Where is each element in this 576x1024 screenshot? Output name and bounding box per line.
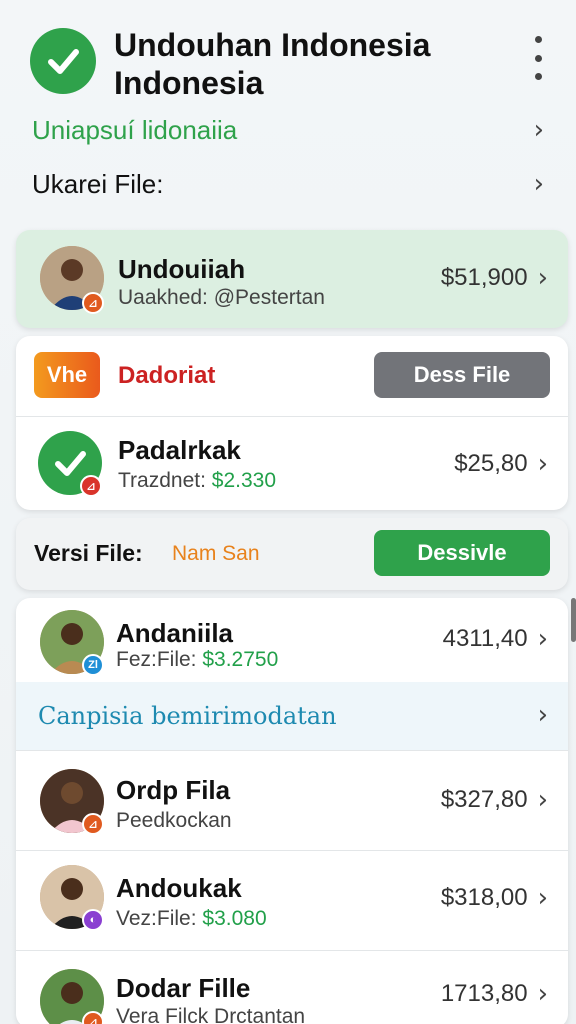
status-badge: ⊿ [80, 475, 102, 497]
item-amount-group: $25,80 › [454, 449, 548, 479]
item-amount-group: 4311,40 › [443, 624, 548, 654]
item-name: Dodar Fille [116, 973, 251, 1003]
item-amount: $327,80 [440, 786, 528, 813]
list-card: Zl Andaniila Fez:File: $3.2750 4311,40 ›… [16, 598, 568, 1024]
item-amount: 1713,80 [440, 980, 528, 1007]
item-name: Padalrkak [118, 435, 241, 465]
chevron-right-icon: › [537, 263, 548, 293]
promo-row: Vhe Dadoriat Dess File [16, 336, 568, 416]
item-subtitle: Vez:File: $3.080 [116, 907, 267, 931]
featured-name: Undouiiah [118, 254, 246, 284]
header-link-secondary[interactable]: Ukarei File: › [0, 158, 576, 210]
status-badge: ◐ [82, 909, 104, 931]
featured-amount: $51,900 [440, 264, 528, 291]
item-subtitle: Vera Filck Drctantan [116, 1005, 306, 1024]
chevron-right-icon: › [537, 449, 548, 479]
list-item[interactable]: ⊿ Padalrkak Trazdnet: $2.330 $25,80 › [16, 416, 568, 510]
header-link-secondary-label: Ukarei File: [32, 168, 164, 199]
item-sub-label: Fez:File: [116, 648, 197, 671]
item-amount-group: $318,00 › [441, 883, 548, 913]
page-title: Undouhan Indonesia Indonesia [114, 27, 431, 101]
status-badge: Zl [82, 654, 104, 676]
item-sub-value: $2.330 [211, 469, 277, 492]
chevron-right-icon: › [533, 115, 544, 145]
item-subtitle: Fez:File: $3.2750 [116, 648, 278, 672]
header-link-primary-label: Uniapsuí lidonaiia [32, 114, 238, 145]
promo-card: Vhe Dadoriat Dess File ⊿ Padalrkak Trazd… [16, 336, 568, 510]
status-badge: ⊿ [82, 292, 104, 314]
list-item[interactable]: Zl Andaniila Fez:File: $3.2750 4311,40 › [16, 598, 568, 682]
item-sub-label: Vez:File: [116, 907, 197, 930]
status-badge: ⊿ [82, 813, 104, 835]
item-sub-value: $3.2750 [202, 648, 279, 671]
promo-label: Dadoriat [118, 362, 216, 389]
item-sub-label: Trazdnet: [118, 469, 206, 492]
item-name: Ordp Fila [116, 775, 231, 805]
item-amount: $25,80 [454, 450, 528, 477]
item-amount: 4311,40 [442, 625, 528, 652]
item-sub-value: $3.080 [202, 907, 267, 930]
version-bar: Versi File: Nam San Dessivle [16, 518, 568, 590]
chevron-right-icon: › [537, 624, 548, 654]
chevron-right-icon: › [537, 883, 548, 913]
chevron-right-icon: › [533, 169, 544, 199]
section-link-label: Canpisia bemirimodatan [38, 702, 337, 730]
chevron-right-icon: › [537, 979, 548, 1009]
kebab-menu-icon[interactable] [528, 36, 548, 80]
app-header: Undouhan Indonesia Indonesia [0, 0, 576, 112]
section-link[interactable]: Canpisia bemirimodatan › [16, 682, 568, 750]
promo-logo: Vhe [34, 352, 100, 398]
featured-card[interactable]: ⊿ Undouiiah Uaakhed: @Pestertan $51,900 … [16, 230, 568, 328]
chevron-right-icon: › [537, 785, 548, 815]
featured-amount-group: $51,900 › [441, 263, 548, 293]
scrollbar-thumb[interactable] [571, 598, 576, 642]
list-item[interactable]: ◐ Andoukak Vez:File: $3.080 $318,00 › [16, 850, 568, 950]
item-name: Andoukak [116, 873, 242, 903]
list-item[interactable]: ⊿ Dodar Fille Vera Filck Drctantan 1713,… [16, 950, 568, 1024]
version-value: Nam San [172, 542, 260, 565]
item-subtitle: Trazdnet: $2.330 [118, 469, 276, 493]
item-subtitle: Peedkockan [116, 809, 232, 832]
list-item[interactable]: ⊿ Ordp Fila Peedkockan $327,80 › [16, 750, 568, 850]
dess-file-button[interactable]: Dess File [374, 352, 550, 398]
featured-subtitle: Uaakhed: @Pestertan [118, 286, 325, 309]
dessivle-button[interactable]: Dessivle [374, 530, 550, 576]
item-amount-group: 1713,80 › [441, 979, 548, 1009]
item-amount: $318,00 [440, 884, 528, 911]
version-label: Versi File: [34, 540, 143, 566]
chevron-right-icon: › [537, 700, 548, 730]
header-link-primary[interactable]: Uniapsuí lidonaiia › [0, 104, 576, 156]
item-name: Andaniila [116, 618, 234, 648]
check-circle-icon [30, 28, 96, 94]
item-amount-group: $327,80 › [441, 785, 548, 815]
